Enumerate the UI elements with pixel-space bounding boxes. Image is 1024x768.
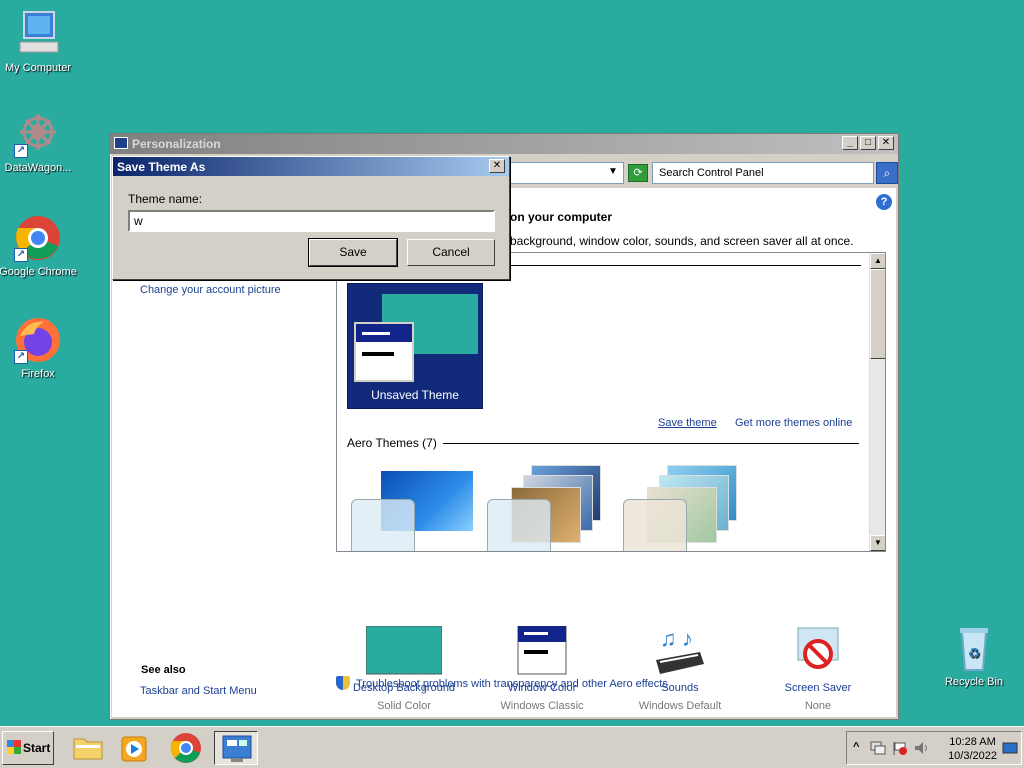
svg-text:♻: ♻ <box>968 645 981 661</box>
aero-themes-heading: Aero Themes (7) <box>347 436 443 450</box>
window-title-bar[interactable]: Personalization _ □ ✕ <box>110 134 898 154</box>
window-color-icon <box>504 625 580 676</box>
scroll-thumb[interactable] <box>870 269 885 359</box>
troubleshoot-label: Troubleshoot problems with transparency … <box>356 678 668 690</box>
desktop-icon-firefox[interactable]: ↗ Firefox <box>0 316 78 380</box>
page-description: background, window color, sounds, and sc… <box>510 234 854 248</box>
computer-icon <box>14 10 62 58</box>
tool-value: None <box>804 700 832 712</box>
shortcut-arrow-icon: ↗ <box>14 350 28 364</box>
chevron-down-icon[interactable]: ▼ <box>608 166 618 177</box>
volume-icon[interactable] <box>913 740 931 756</box>
taskbar-explorer[interactable] <box>66 731 110 765</box>
action-center-flag-icon[interactable] <box>891 740 909 756</box>
desktop-icon-chrome[interactable]: ↗ Google Chrome <box>0 214 78 278</box>
minimize-button[interactable]: _ <box>842 136 858 150</box>
window-color-tool[interactable]: Window Color Windows Classic <box>472 625 612 712</box>
troubleshoot-link[interactable]: Troubleshoot problems with transparency … <box>336 676 668 690</box>
windows-logo-icon <box>7 740 21 754</box>
folder-icon <box>73 738 103 760</box>
shortcut-arrow-icon: ↗ <box>14 144 28 158</box>
control-panel-icon <box>114 137 128 149</box>
cancel-button[interactable]: Cancel <box>407 239 495 266</box>
dialog-title-bar[interactable]: Save Theme As ✕ <box>113 157 509 176</box>
taskbar-personalization[interactable] <box>214 731 258 765</box>
save-theme-dialog: Save Theme As ✕ Theme name: Save Cancel <box>112 156 510 280</box>
clock-time: 10:28 AM <box>949 736 996 748</box>
desktop-icon-datawagon[interactable]: ↗ DataWagon... <box>0 110 78 174</box>
clock-date: 10/3/2022 <box>948 750 997 762</box>
dialog-close-button[interactable]: ✕ <box>489 159 505 173</box>
firefox-icon: ↗ <box>14 316 62 364</box>
maximize-button[interactable]: □ <box>860 136 876 150</box>
scroll-down-icon[interactable]: ▼ <box>870 535 885 551</box>
search-input[interactable]: Search Control Panel <box>652 162 874 184</box>
theme-aero-characters[interactable] <box>623 463 747 551</box>
tool-value: Windows Default <box>638 700 722 712</box>
system-tray: ^ 10:28 AM 10/3/2022 <box>846 731 1022 765</box>
theme-unsaved[interactable]: Unsaved Theme <box>347 283 483 409</box>
tool-value: Windows Classic <box>500 700 584 712</box>
desktop-icon-label: Recycle Bin <box>944 676 1004 688</box>
svg-text:♫: ♫ <box>660 626 677 651</box>
sounds-icon: ♫ ♪ <box>642 626 718 676</box>
chrome-icon: ↗ <box>14 214 62 262</box>
screen-saver-icon <box>780 626 856 676</box>
screen-saver-tool[interactable]: Screen Saver None <box>748 626 888 712</box>
theme-aero-windows7[interactable] <box>351 463 475 551</box>
desktop-icon-label: DataWagon... <box>4 162 72 174</box>
show-desktop-icon[interactable] <box>1001 740 1019 756</box>
media-player-icon <box>121 736 147 762</box>
taskbar-start-menu-link[interactable]: Taskbar and Start Menu <box>140 685 257 697</box>
refresh-button[interactable]: ⟳ <box>628 164 648 182</box>
shortcut-arrow-icon: ↗ <box>14 248 28 262</box>
sounds-tool[interactable]: ♫ ♪ Sounds Windows Default <box>610 626 750 712</box>
start-label: Start <box>23 741 51 755</box>
desktop-icon-label: Google Chrome <box>0 266 77 278</box>
taskbar: Start ^ 10:28 AM 10/3/2022 <box>0 726 1024 768</box>
taskbar-chrome[interactable] <box>164 731 208 765</box>
get-more-themes-link[interactable]: Get more themes online <box>735 417 852 429</box>
show-hidden-icons-button[interactable]: ^ <box>853 741 859 753</box>
theme-list: Unsaved Theme Save theme Get more themes… <box>336 252 886 552</box>
start-button[interactable]: Start <box>2 731 54 765</box>
scroll-up-icon[interactable]: ▲ <box>870 253 885 269</box>
desktop-icon-recycle-bin[interactable]: ♻ Recycle Bin <box>934 624 1014 688</box>
chrome-icon <box>170 733 201 763</box>
desktop-icon-label: Firefox <box>21 368 55 380</box>
page-heading: on your computer <box>510 210 613 224</box>
dialog-title: Save Theme As <box>117 160 206 174</box>
svg-text:♪: ♪ <box>682 626 693 651</box>
search-icon[interactable]: ⌕ <box>876 162 898 184</box>
save-theme-link[interactable]: Save theme <box>658 417 717 429</box>
desktop-icon-my-computer[interactable]: My Computer <box>0 10 78 74</box>
clock[interactable]: 10:28 AM 10/3/2022 <box>948 735 997 763</box>
change-account-picture-link[interactable]: Change your account picture <box>140 284 281 296</box>
theme-name-label: Theme name: <box>128 192 203 206</box>
desktop-icon-label: My Computer <box>4 62 72 74</box>
save-button[interactable]: Save <box>308 238 398 267</box>
recycle-bin-icon: ♻ <box>950 624 998 672</box>
tool-value: Solid Color <box>377 700 431 712</box>
tool-label: Screen Saver <box>784 682 852 694</box>
theme-label: Unsaved Theme <box>371 388 459 402</box>
taskbar-media-player[interactable] <box>112 731 156 765</box>
shield-icon <box>336 676 350 690</box>
control-panel-icon <box>222 735 252 762</box>
desktop-background-tool[interactable]: Desktop Background Solid Color <box>334 625 474 712</box>
theme-name-input[interactable] <box>128 210 495 232</box>
datawagon-icon: ↗ <box>14 110 62 158</box>
theme-list-scrollbar[interactable]: ▲ ▼ <box>869 253 885 551</box>
desktop-background-icon <box>365 625 443 676</box>
see-also-heading: See also <box>141 664 186 676</box>
close-button[interactable]: ✕ <box>878 136 894 150</box>
window-title: Personalization <box>132 137 221 151</box>
help-icon[interactable]: ? <box>876 194 892 210</box>
network-icon[interactable] <box>869 740 887 756</box>
theme-aero-architecture[interactable] <box>487 463 611 551</box>
